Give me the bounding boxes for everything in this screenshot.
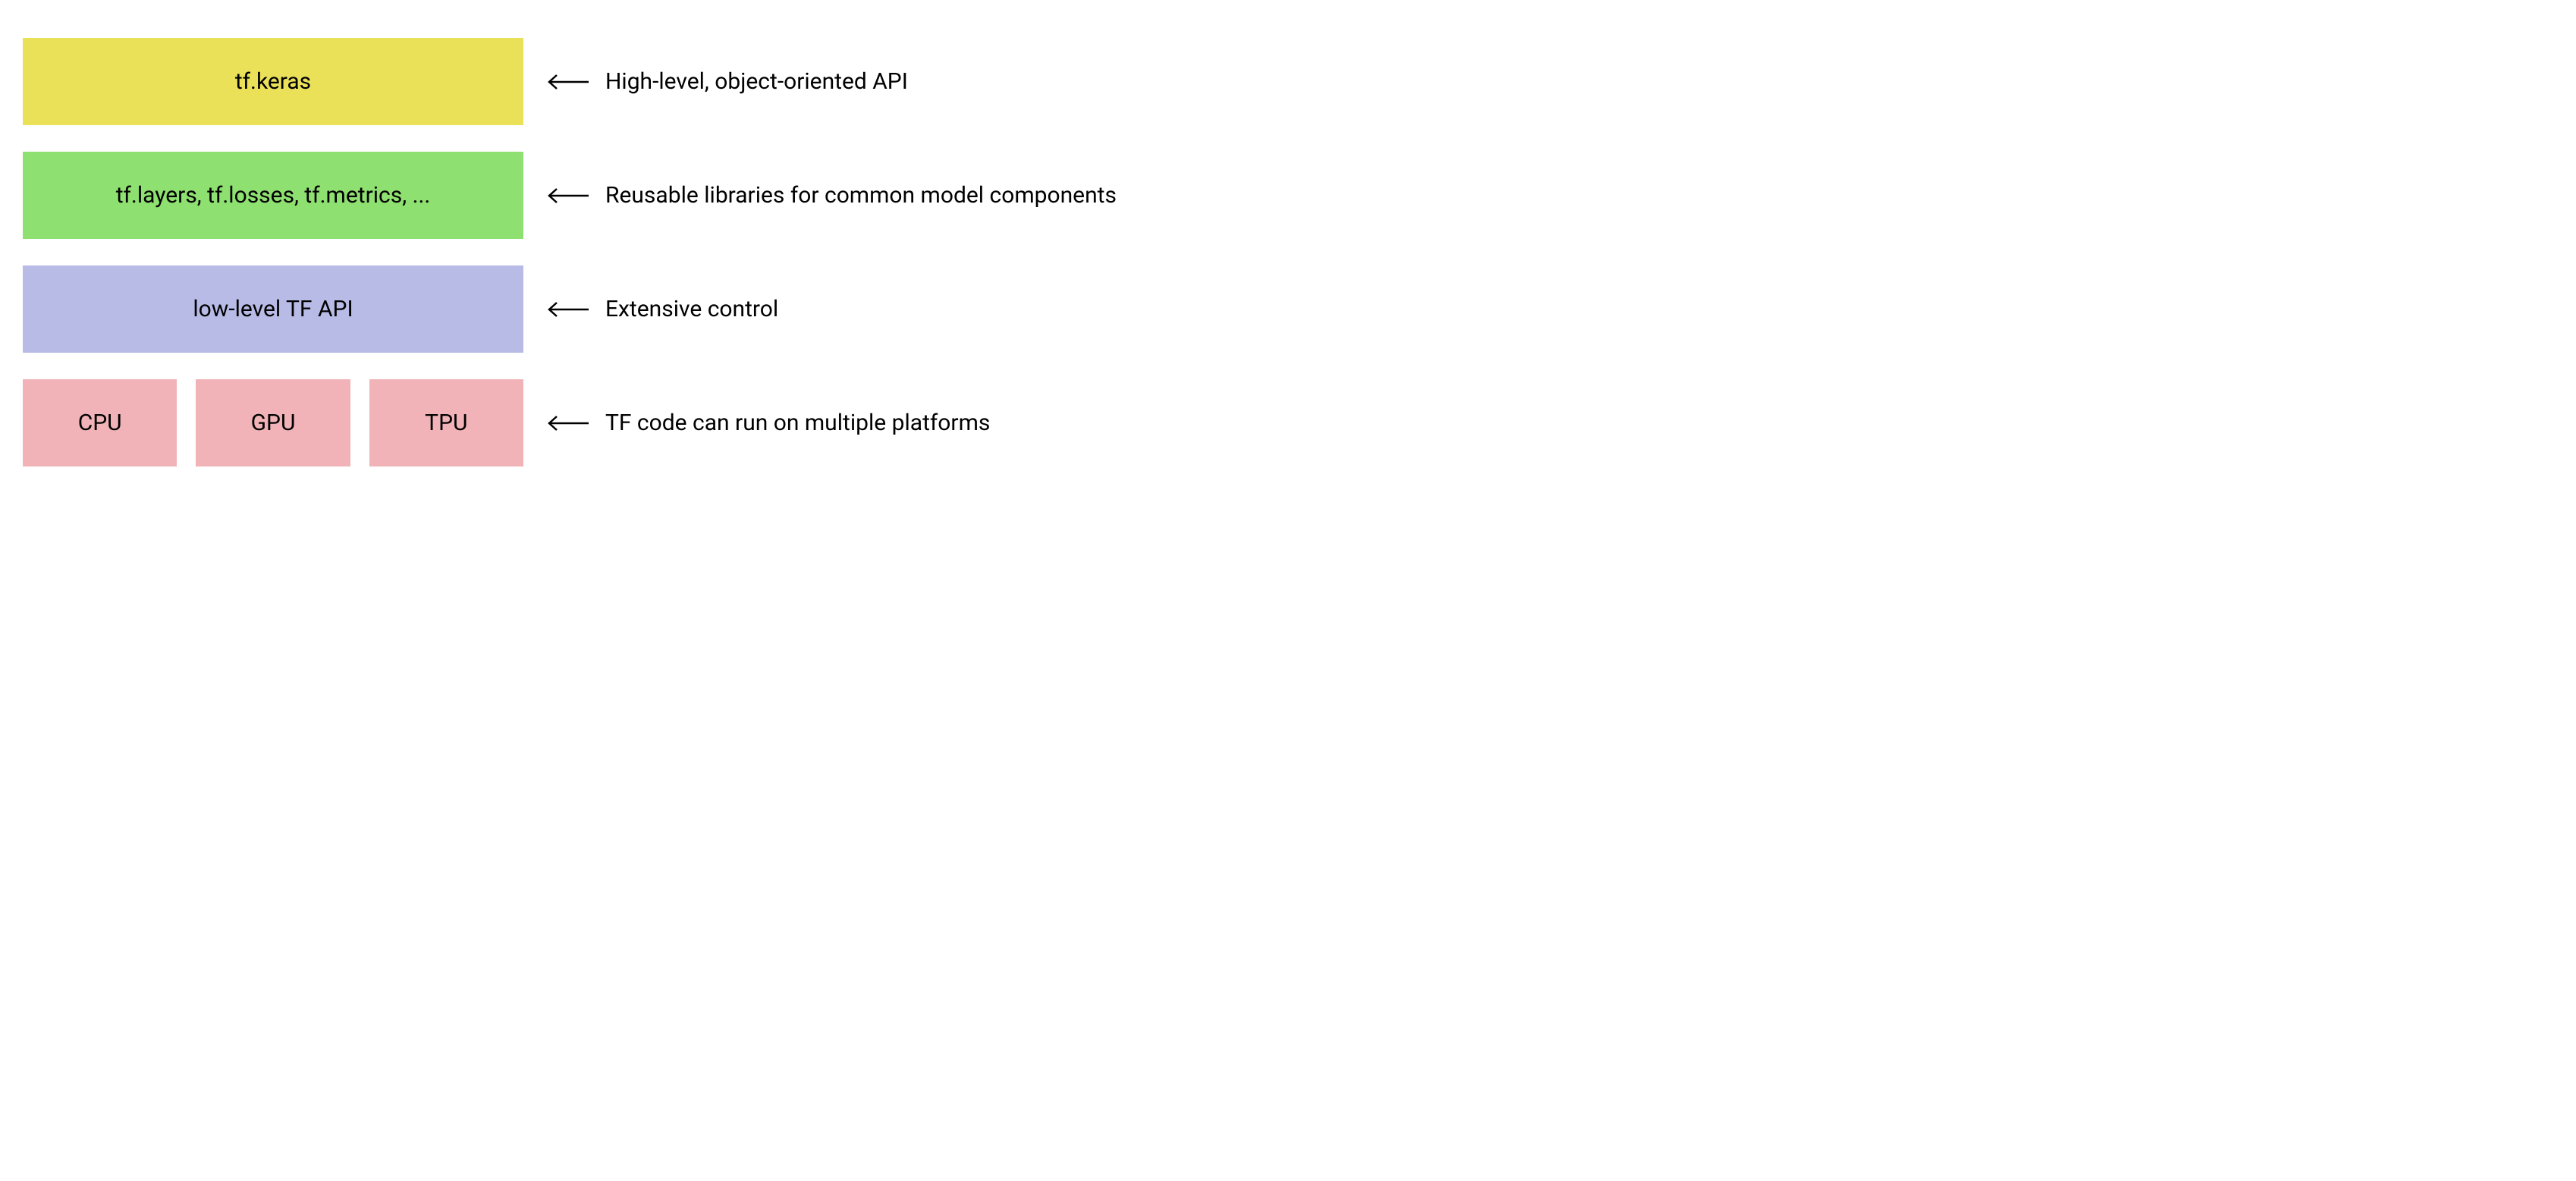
layer-row-lowlevel: low-level TF API Extensive control [23,265,1161,353]
annotation-libs: Reusable libraries for common model comp… [546,182,1117,209]
arrow-left-icon [546,187,590,205]
layer-block-keras: tf.keras [23,38,523,125]
layer-label: tf.keras [235,68,311,95]
annotation-keras: High-level, object-oriented API [546,68,908,95]
annotation-text: Extensive control [605,296,778,322]
arrow-left-icon [546,73,590,91]
annotation-text: Reusable libraries for common model comp… [605,182,1117,209]
platform-block-gpu: GPU [196,379,350,466]
platform-label: TPU [425,410,467,436]
layer-block-libs: tf.layers, tf.losses, tf.metrics, ... [23,152,523,239]
layer-block-lowlevel: low-level TF API [23,265,523,353]
annotation-platforms: TF code can run on multiple platforms [546,410,990,436]
arrow-left-icon [546,414,590,432]
annotation-text: High-level, object-oriented API [605,68,908,95]
platforms-group: CPU GPU TPU [23,379,523,466]
layer-row-platforms: CPU GPU TPU TF code can run on multiple … [23,379,1161,466]
platform-block-cpu: CPU [23,379,177,466]
arrow-left-icon [546,300,590,319]
layer-row-keras: tf.keras High-level, object-oriented API [23,38,1161,125]
tf-architecture-diagram: tf.keras High-level, object-oriented API… [23,38,1161,466]
platform-label: GPU [251,410,296,436]
layer-label: tf.layers, tf.losses, tf.metrics, ... [116,182,431,209]
platform-label: CPU [78,410,122,436]
layer-label: low-level TF API [193,296,353,322]
annotation-text: TF code can run on multiple platforms [605,410,990,436]
layer-row-libs: tf.layers, tf.losses, tf.metrics, ... Re… [23,152,1161,239]
platform-block-tpu: TPU [369,379,523,466]
annotation-lowlevel: Extensive control [546,296,778,322]
